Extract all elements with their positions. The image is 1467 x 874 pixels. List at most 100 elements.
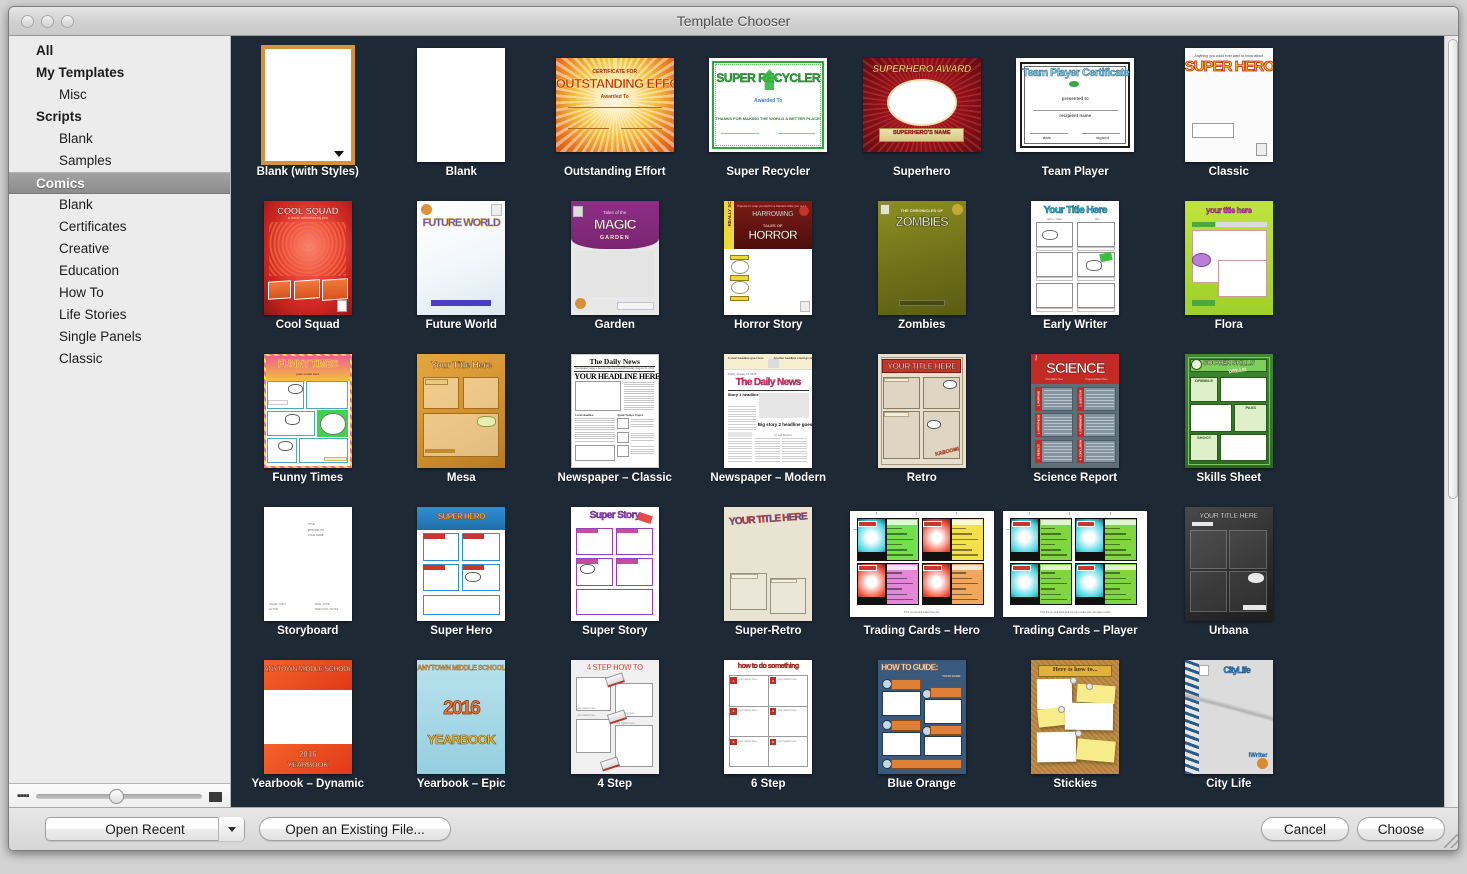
template-thumbnail[interactable]: Team Player Certificate presented to recip…	[1016, 58, 1135, 152]
sidebar-item-misc[interactable]: Misc	[9, 84, 230, 106]
template-thumbnail[interactable]	[260, 45, 355, 165]
template-thumbnail[interactable]: FUTURE WORLD	[417, 201, 506, 315]
minimize-window-button[interactable]	[41, 15, 54, 28]
template-item[interactable]: THE CHRONICLES OF ZOMBIES Zombies	[845, 197, 999, 350]
template-item[interactable]: Here is how to... Stickies	[999, 656, 1153, 809]
sidebar-item-single-panels[interactable]: Single Panels	[9, 326, 230, 348]
sidebar-item-classic[interactable]: Classic	[9, 348, 230, 370]
template-thumbnail[interactable]: Here is how to...	[1031, 660, 1120, 774]
template-thumbnail[interactable]: Your Title Here	[417, 354, 506, 468]
template-item[interactable]: 4 STEP HOW TO your caption here... your ca…	[538, 656, 692, 809]
template-thumbnail[interactable]: THE CHRONICLES OF ZOMBIES	[877, 201, 966, 315]
template-thumbnail[interactable]: Super Story	[570, 507, 659, 621]
template-item[interactable]: COOL SQUAD a comic adventure by you Cool S…	[231, 197, 385, 350]
template-item[interactable]: YOUR TITLE HERE Urbana	[1152, 503, 1306, 656]
template-item[interactable]: Tales of the MAGIC GARDEN Garden	[538, 197, 692, 350]
template-item[interactable]: CERTIFICATE FOROUTSTANDING EFFORTAwarded…	[538, 44, 692, 197]
sidebar-item-samples[interactable]: Samples	[9, 150, 230, 172]
sidebar-item-all[interactable]: All	[9, 40, 230, 62]
template-thumbnail[interactable]: CityLife iWriter	[1184, 660, 1273, 774]
template-thumbnail[interactable]: ANYTOWN MIDDLE SCHOOL 2016 YEARBOOK	[417, 660, 506, 774]
template-thumbnail[interactable]: Your Title Here name / date title	[1031, 201, 1120, 315]
chevron-down-icon[interactable]	[333, 151, 344, 157]
template-item[interactable]: Blank	[385, 44, 539, 197]
vertical-scrollbar[interactable]	[1444, 36, 1458, 809]
sidebar-item-certificates[interactable]: Certificates	[9, 216, 230, 238]
scrollbar-thumb[interactable]	[1448, 39, 1458, 499]
template-thumbnail[interactable]: how to do something 1 your caption here...…	[724, 660, 813, 774]
template-thumbnail[interactable]: FUNNY TIMES your comic here	[263, 354, 352, 468]
template-thumbnail[interactable]: SUPER HERO	[417, 507, 506, 621]
template-item[interactable]: Your Title Here Mesa	[385, 350, 539, 503]
template-item[interactable]: Blank (with Styles)	[231, 44, 385, 197]
template-item[interactable]: how to do something 1 your caption here...…	[692, 656, 846, 809]
chevron-down-icon[interactable]	[218, 817, 244, 841]
template-thumbnail[interactable]: REALLY SCARY! Prepare to wrap yourself in…	[724, 201, 813, 315]
large-thumbnails-icon[interactable]	[209, 791, 222, 802]
template-thumbnail[interactable]: SUPER RECYCLER Awarded To THANKS FOR MAKIN…	[709, 58, 828, 152]
thumbnail-size-slider[interactable]	[35, 789, 202, 804]
template-thumbnail[interactable]: Print this on card stock and cut out to …	[1003, 511, 1148, 617]
template-thumbnail[interactable]: YOUR TITLE HERE	[1184, 507, 1273, 621]
template-thumbnail[interactable]: HOW TO GUIDE: YOUR NAME	[877, 660, 966, 774]
template-item[interactable]: your title here Flora	[1152, 197, 1306, 350]
template-thumbnail[interactable]: SCIENCEFun WithYour Name HereProject Sub…	[1031, 354, 1120, 468]
sidebar-item-scripts[interactable]: Scripts	[9, 106, 230, 128]
sidebar-item-blank[interactable]: Blank	[9, 194, 230, 216]
close-window-button[interactable]	[21, 15, 34, 28]
template-thumbnail[interactable]: Tales of the MAGIC GARDEN	[570, 201, 659, 315]
template-item[interactable]: TITLE EPISODE / ID YOUR NAME SCENE / SHOT AC…	[231, 503, 385, 656]
template-item[interactable]: HOW TO GUIDE: YOUR NAME Blue Orange	[845, 656, 999, 809]
slider-thumb[interactable]	[108, 789, 124, 804]
resize-grip[interactable]	[1444, 834, 1458, 848]
choose-button[interactable]: Choose	[1357, 817, 1445, 841]
template-item[interactable]: Print this on card stock and cut out to …	[999, 503, 1153, 656]
template-item[interactable]: FUNNY TIMES your comic here Funny Times	[231, 350, 385, 503]
template-item[interactable]: YOUR TITLE HERE Super-Retro	[692, 503, 846, 656]
template-item[interactable]: ANYTOWN MIDDLE SCHOOL 2016 YEARBOOK Yearboo…	[231, 656, 385, 809]
template-thumbnail[interactable]: Anything you could ever want to know abo…	[1184, 48, 1273, 162]
template-item[interactable]: CityLife iWriter City Life	[1152, 656, 1306, 809]
sidebar-item-my-templates[interactable]: My Templates	[9, 62, 230, 84]
template-item[interactable]: SOCCER SKILLS DRILLS! DRIBBLE PASS SHOOT Skil…	[1152, 350, 1306, 503]
template-thumbnail[interactable]: ANYTOWN MIDDLE SCHOOL 2016 YEARBOOK	[263, 660, 352, 774]
template-thumbnail[interactable]: CERTIFICATE FOROUTSTANDING EFFORTAwarded…	[555, 58, 674, 152]
open-existing-file-button[interactable]: Open an Existing File...	[259, 817, 451, 841]
template-item[interactable]: Anything you could ever want to know abo…	[1152, 44, 1306, 197]
template-thumbnail[interactable]: Print, cut out and collect them all!	[849, 511, 994, 617]
sidebar-item-creative[interactable]: Creative	[9, 238, 230, 260]
template-item[interactable]: SCIENCEFun WithYour Name HereProject Sub…	[999, 350, 1153, 503]
sidebar-item-comics[interactable]: Comics	[9, 172, 230, 194]
template-thumbnail[interactable]: The Daily News Newspaper name • Serving t…	[570, 354, 659, 468]
sidebar-item-life-stories[interactable]: Life Stories	[9, 304, 230, 326]
template-item[interactable]: YOUR TITLE HERE KABOOM! Retro	[845, 350, 999, 503]
template-item[interactable]: Your Title Here name / date title Early Wri…	[999, 197, 1153, 350]
template-thumbnail[interactable]: SUPERHERO AWARD SUPERHERO'S NAME	[862, 58, 981, 152]
template-thumbnail[interactable]: 4 STEP HOW TO your caption here... your ca…	[570, 660, 659, 774]
template-item[interactable]: REALLY SCARY! Prepare to wrap yourself in…	[692, 197, 846, 350]
template-item[interactable]: SUPERHERO AWARD SUPERHERO'S NAME Superhero	[845, 44, 999, 197]
template-thumbnail[interactable]: COOL SQUAD a comic adventure by you	[263, 201, 352, 315]
template-item[interactable]: ANYTOWN MIDDLE SCHOOL 2016 YEARBOOK Yearboo…	[385, 656, 539, 809]
template-item[interactable]: SUPER HERO Super Hero	[385, 503, 539, 656]
open-recent-button[interactable]: Open Recent	[45, 817, 245, 841]
template-thumbnail[interactable]: TITLE EPISODE / ID YOUR NAME SCENE / SHOT AC…	[263, 507, 352, 621]
template-item[interactable]: Super Story Super Story	[538, 503, 692, 656]
sidebar-item-blank[interactable]: Blank	[9, 128, 230, 150]
template-item[interactable]: SUPER RECYCLER Awarded To THANKS FOR MAKIN…	[692, 44, 846, 197]
template-item[interactable]: Print, cut out and collect them all! Trad…	[845, 503, 999, 656]
window-titlebar[interactable]: Template Chooser	[9, 7, 1458, 36]
maximize-window-button[interactable]	[61, 15, 74, 28]
template-item[interactable]: The Daily News Newspaper name • Serving t…	[538, 350, 692, 503]
template-thumbnail[interactable]: your title here	[1184, 201, 1273, 315]
template-thumbnail[interactable]: YOUR TITLE HERE	[724, 507, 813, 621]
small-thumbnails-icon[interactable]: ▪▪▪▪	[17, 791, 30, 802]
sidebar-item-education[interactable]: Education	[9, 260, 230, 282]
template-thumbnail[interactable]: A short headline goes here Another headli…	[724, 354, 813, 468]
cancel-button[interactable]: Cancel	[1261, 817, 1349, 841]
template-thumbnail[interactable]: SOCCER SKILLS DRILLS! DRIBBLE PASS SHOOT	[1184, 354, 1273, 468]
template-item[interactable]: Team Player Certificate presented to recip…	[999, 44, 1153, 197]
template-thumbnail[interactable]: YOUR TITLE HERE KABOOM!	[877, 354, 966, 468]
template-thumbnail[interactable]	[417, 48, 506, 162]
template-item[interactable]: A short headline goes here Another headli…	[692, 350, 846, 503]
